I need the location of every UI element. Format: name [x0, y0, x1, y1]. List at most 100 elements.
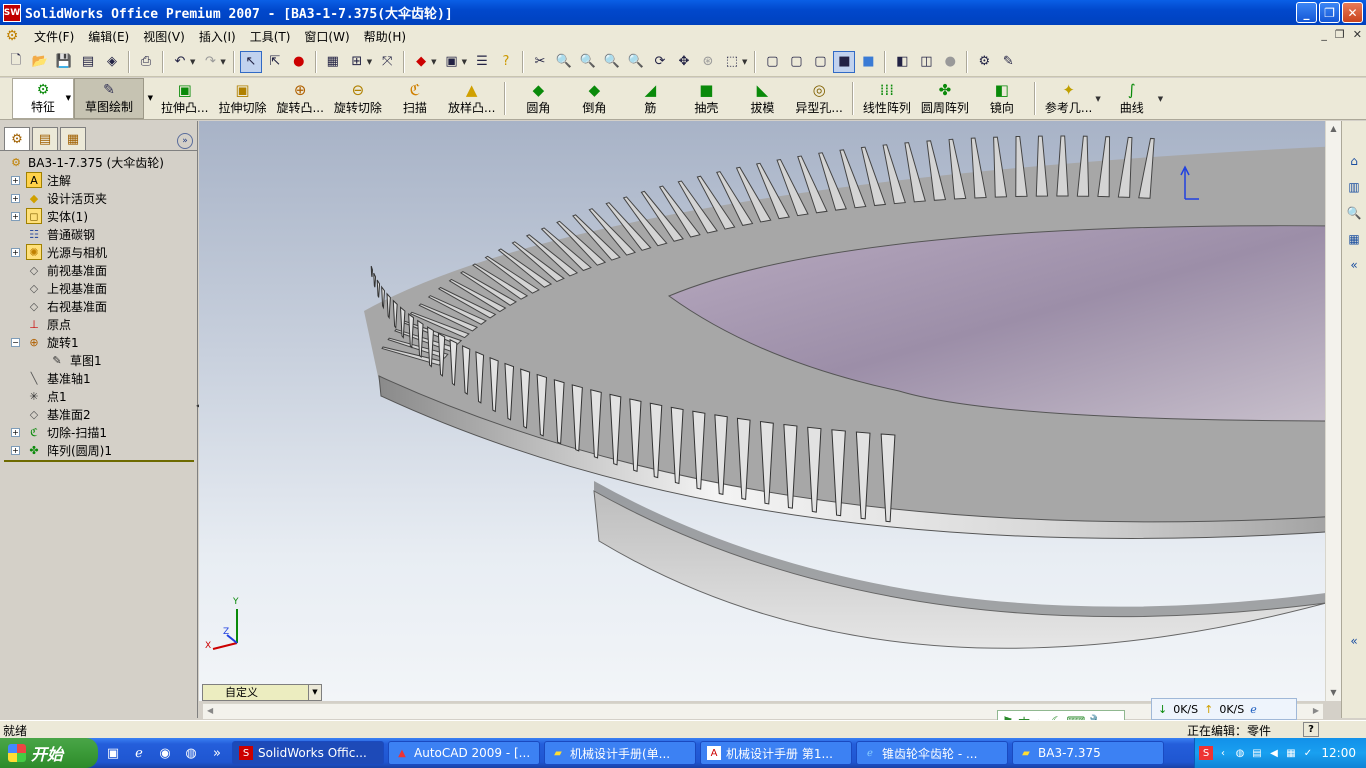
tree-item-sketch1[interactable]: ✎ 草图1 — [4, 351, 197, 369]
scroll-left-icon[interactable]: ◀ — [207, 706, 213, 715]
undo-dropdown-icon[interactable]: ▼ — [190, 58, 195, 66]
tree-item-lights-cameras[interactable]: + ✺ 光源与相机 — [4, 243, 197, 261]
rebuild-icon[interactable]: ◈ — [101, 51, 123, 73]
qq-tray-icon[interactable]: ◍ — [1233, 746, 1247, 760]
taskbar-item-folder-ba3[interactable]: ▰ BA3-7.375 — [1012, 741, 1164, 765]
doc-restore-button[interactable]: ❐ — [1335, 28, 1345, 41]
configuration-manager-tab-icon[interactable]: ▦ — [60, 127, 86, 151]
expand-toggle[interactable]: + — [11, 247, 20, 257]
rotate-view-icon[interactable]: ⟳ — [649, 51, 671, 73]
new-document-icon[interactable]: 🗋 — [5, 51, 27, 73]
sketch-display-icon[interactable]: ⊞ — [346, 51, 368, 73]
tree-item-axis1[interactable]: ╲ 基准轴1 — [4, 369, 197, 387]
quicklaunch-media-icon[interactable]: ◉ — [154, 742, 176, 764]
expand-taskpane-icon[interactable]: « — [1344, 631, 1364, 651]
menu-edit[interactable]: 编辑(E) — [81, 28, 136, 45]
security-tray-icon[interactable]: ✓ — [1301, 746, 1315, 760]
sogou-ime-icon[interactable]: S — [1199, 746, 1213, 760]
section-view-icon[interactable]: ✂ — [529, 51, 551, 73]
quicklaunch-more-icon[interactable]: » — [206, 742, 228, 764]
curves-button[interactable]: ∫ 曲线 — [1104, 78, 1160, 119]
tree-item-point1[interactable]: ✳ 点1 — [4, 387, 197, 405]
circular-pattern-button[interactable]: ✤ 圆周阵列 — [916, 78, 974, 119]
roll-view-icon[interactable]: ⊛ — [697, 51, 719, 73]
traffic-light-icon[interactable]: ● — [288, 51, 310, 73]
tab-features-dropdown-icon[interactable]: ▼ — [66, 94, 71, 102]
draft-button[interactable]: ◣ 拔模 — [734, 78, 790, 119]
solidworks-logo-icon[interactable]: ⚙ — [3, 27, 21, 45]
redo-dropdown-icon[interactable]: ▼ — [220, 58, 225, 66]
menu-help[interactable]: 帮助(H) — [357, 28, 413, 45]
tab-sketch-dropdown-icon[interactable]: ▼ — [148, 94, 153, 102]
loft-button[interactable]: ▲ 放样凸... — [443, 78, 500, 119]
mirror-button[interactable]: ◧ 镜向 — [974, 78, 1030, 119]
zoom-in-out-icon[interactable]: 🔍 — [601, 51, 623, 73]
expand-toggle[interactable]: + — [11, 175, 20, 185]
design-library-icon[interactable]: ▥ — [1344, 177, 1364, 197]
taskbar-item-solidworks[interactable]: S SolidWorks Offic... — [232, 741, 384, 765]
quicklaunch-qq-icon[interactable]: ◍ — [180, 742, 202, 764]
view-palette-icon[interactable]: ▦ — [1344, 229, 1364, 249]
part-cube-icon[interactable]: ◆ — [410, 51, 432, 73]
menu-insert[interactable]: 插入(I) — [192, 28, 243, 45]
tree-item-material[interactable]: ☷ 普通碳钢 — [4, 225, 197, 243]
grid-icon[interactable]: ▦ — [322, 51, 344, 73]
quicklaunch-desktop-icon[interactable]: ▣ — [102, 742, 124, 764]
solidworks-app-icon[interactable]: SW — [3, 3, 21, 22]
view-orientation-select[interactable]: 自定义 ▼ — [202, 684, 322, 701]
menu-window[interactable]: 窗口(W) — [297, 28, 356, 45]
reference-geometry-dropdown-icon[interactable]: ▼ — [1095, 95, 1100, 103]
taskbar-item-folder-handbook[interactable]: ▰ 机械设计手册(单... — [544, 741, 696, 765]
properties-icon[interactable]: ☰ — [471, 51, 493, 73]
ie-icon[interactable]: ℯ — [1250, 703, 1257, 716]
solidworks-resources-icon[interactable]: ⌂ — [1344, 151, 1364, 171]
file-explorer-icon[interactable]: 🔍 — [1344, 203, 1364, 223]
pan-icon[interactable]: ✥ — [673, 51, 695, 73]
help-bulb-icon[interactable]: ? — [495, 51, 517, 73]
doc-close-button[interactable]: ✕ — [1353, 28, 1362, 41]
save-icon[interactable]: 💾 — [53, 51, 75, 73]
minimize-button[interactable]: _ — [1296, 2, 1317, 23]
shaded-icon[interactable]: ■ — [857, 51, 879, 73]
hidden-lines-removed-icon[interactable]: ▢ — [809, 51, 831, 73]
collapse-toggle[interactable]: − — [11, 337, 20, 347]
edit-sketch-icon[interactable]: ✎ — [997, 51, 1019, 73]
display-tray-icon[interactable]: ▦ — [1284, 746, 1298, 760]
shaded-with-edges-icon[interactable]: ■ — [833, 50, 856, 73]
zoom-area-icon[interactable]: 🔍 — [577, 51, 599, 73]
tray-expand-icon[interactable]: ‹ — [1216, 746, 1230, 760]
taskbar-item-ie-bevel-gear[interactable]: ℯ 锥齿轮伞齿轮 - ... — [856, 741, 1008, 765]
collapse-taskpane-icon[interactable]: « — [1344, 255, 1364, 275]
tree-item-top-plane[interactable]: ◇ 上视基准面 — [4, 279, 197, 297]
taskbar-item-autocad[interactable]: ▲ AutoCAD 2009 - [... — [388, 741, 540, 765]
revolved-cut-button[interactable]: ⊖ 旋转切除 — [329, 78, 387, 119]
linear-pattern-button[interactable]: ⁞⁞⁞ 线性阵列 — [858, 78, 916, 119]
undo-icon[interactable]: ↶ — [169, 51, 191, 73]
network-tray-icon[interactable]: ▤ — [1250, 746, 1264, 760]
maximize-button[interactable]: ❐ — [1319, 2, 1340, 23]
system-clock[interactable]: 12:00 — [1321, 746, 1356, 760]
part-dropdown-icon[interactable]: ▼ — [431, 58, 436, 66]
select-filter-icon[interactable]: ⇱ — [264, 51, 286, 73]
viewport-vertical-scrollbar[interactable]: ▲ ▼ — [1325, 121, 1341, 701]
tree-item-right-plane[interactable]: ◇ 右视基准面 — [4, 297, 197, 315]
select-pointer-icon[interactable]: ↖ — [239, 50, 262, 73]
print-icon[interactable]: ⎙ — [135, 51, 157, 73]
tree-item-solid-bodies[interactable]: + ◻ 实体(1) — [4, 207, 197, 225]
extruded-boss-button[interactable]: ▣ 拉伸凸... — [156, 78, 213, 119]
expand-toggle[interactable]: + — [11, 445, 20, 455]
tree-item-design-binder[interactable]: + ◆ 设计活页夹 — [4, 189, 197, 207]
expand-toggle[interactable]: + — [11, 211, 20, 221]
tree-item-revolve1[interactable]: − ⊕ 旋转1 — [4, 333, 197, 351]
tree-item-front-plane[interactable]: ◇ 前视基准面 — [4, 261, 197, 279]
graphics-viewport[interactable]: Y X Z — [199, 121, 1341, 701]
curves-dropdown-icon[interactable]: ▼ — [1158, 95, 1163, 103]
open-folder-icon[interactable]: 📂 — [29, 51, 51, 73]
smart-dimension-icon[interactable]: ⤧ — [376, 51, 398, 73]
tab-features[interactable]: ⚙ 特征 ▼ — [12, 78, 74, 119]
rollback-bar[interactable] — [4, 460, 194, 462]
feature-manager-tab-icon[interactable]: ⚙ — [4, 127, 30, 151]
expand-panel-icon[interactable]: » — [177, 133, 193, 149]
tree-item-origin[interactable]: ⊥ 原点 — [4, 315, 197, 333]
shadows-icon[interactable]: ◧ — [891, 51, 913, 73]
